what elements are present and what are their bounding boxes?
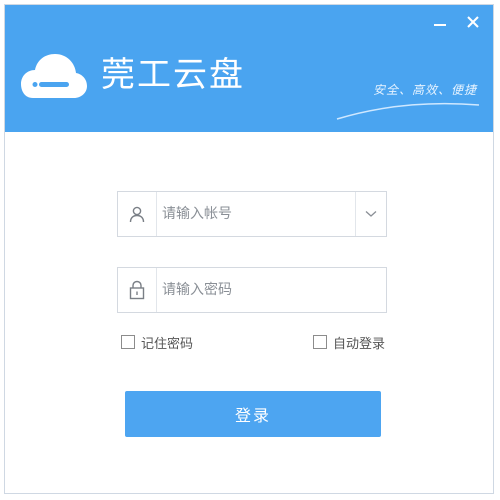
chevron-down-icon[interactable] [355,192,386,236]
remember-password-option[interactable]: 记住密码 [121,332,193,352]
remember-password-checkbox[interactable] [121,335,135,349]
password-input[interactable] [162,268,378,312]
lock-icon [118,268,157,312]
remember-password-label: 记住密码 [141,336,194,352]
app-title: 莞工云盘 [101,55,245,95]
account-input[interactable] [162,192,350,236]
account-field [117,191,387,237]
auto-login-label: 自动登录 [333,336,386,352]
slogan-swoosh [336,102,480,120]
user-icon [118,192,157,236]
auto-login-option[interactable]: 自动登录 [313,332,385,352]
minimize-icon[interactable] [431,11,451,31]
cloud-icon [21,52,87,100]
login-window: 莞工云盘 安全、高效、便捷 请输入帐号 记住密码 自动登录 登录 [4,4,494,494]
login-button[interactable]: 登录 [125,391,381,437]
password-field [117,267,387,313]
close-icon[interactable] [463,11,483,31]
header-banner: 莞工云盘 安全、高效、便捷 [5,5,493,132]
auto-login-checkbox[interactable] [313,335,327,349]
